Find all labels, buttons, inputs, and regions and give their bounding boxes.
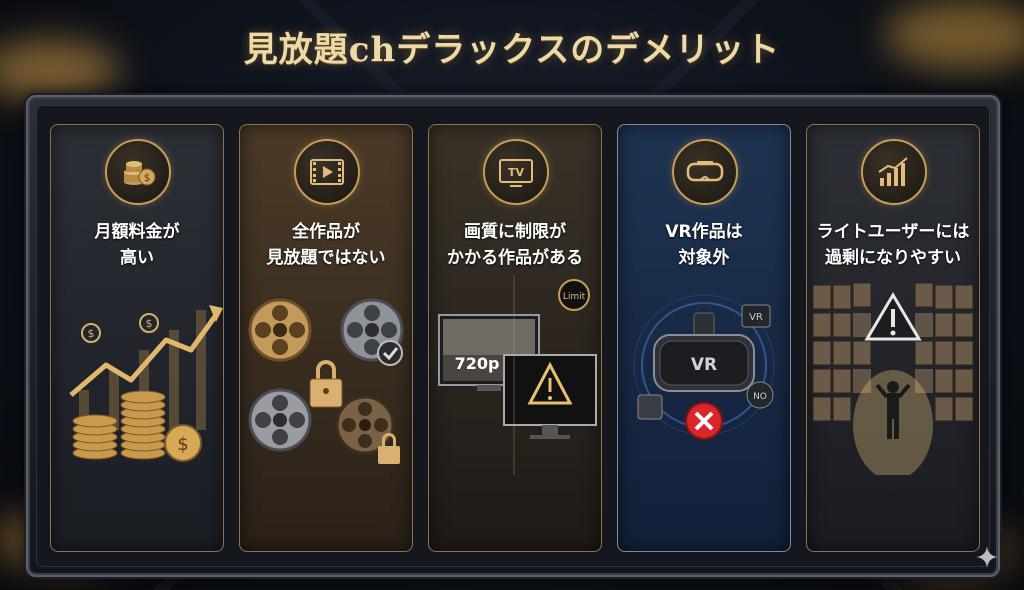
locked-reels-illustration: [248, 298, 404, 464]
svg-text:$: $: [144, 173, 150, 184]
vr-headset-icon: [672, 139, 738, 205]
svg-text:$: $: [88, 327, 95, 340]
film-icon: [294, 139, 360, 205]
limit-label: Limit: [563, 292, 586, 302]
card-title-line2: 過剰になりやすい: [825, 248, 961, 268]
svg-text:$: $: [146, 317, 153, 330]
card-high-price: $ 月額料金が 高い $ $ $: [50, 124, 224, 552]
card-title-line1: VR作品は: [665, 222, 743, 242]
card-title-line2: 対象外: [678, 248, 730, 268]
card-title-line2: かかる作品がある: [447, 248, 583, 268]
growth-chart-icon: [861, 139, 927, 205]
card-title-line1: ライトユーザーには: [816, 222, 970, 242]
cards-container: $ 月額料金が 高い $ $ $ 全作品が 見放題ではない TV 画質に制限が …: [36, 105, 990, 567]
coins-icon: $: [105, 139, 171, 205]
tv-label: TV: [508, 166, 525, 179]
card-vr-excluded: VR作品は 対象外 VR VR NO: [617, 124, 791, 552]
no-badge: NO: [753, 392, 767, 402]
svg-text:$: $: [177, 434, 188, 455]
quality-limit-illustration: 720p Limit: [438, 275, 597, 475]
card-title-line2: 見放題ではない: [266, 248, 386, 268]
card-title-line1: 月額料金が: [94, 222, 180, 242]
card-title-line1: 全作品が: [292, 222, 360, 242]
page-title: 見放題chデラックスのデメリット: [243, 30, 781, 70]
sparkle-icon: [976, 546, 998, 568]
tv-icon: TV: [483, 139, 549, 205]
cards-frame: $ 月額料金が 高い $ $ $ 全作品が 見放題ではない TV 画質に制限が …: [26, 95, 1000, 577]
card-title-line2: 高い: [120, 248, 154, 268]
card-quality-limit: TV 画質に制限が かかる作品がある 720p Limit: [428, 124, 602, 552]
rising-cost-illustration: $ $ $: [69, 305, 223, 462]
vr-not-supported-illustration: VR VR NO: [633, 294, 775, 440]
vr-label: VR: [691, 355, 717, 375]
card-not-all-unlimited: 全作品が 見放題ではない: [239, 124, 413, 552]
vr-badge: VR: [749, 312, 763, 323]
content-overload-illustration: [812, 282, 974, 475]
resolution-label: 720p: [455, 354, 500, 373]
card-title-line1: 画質に制限が: [464, 222, 566, 242]
card-overkill-light-users: ライトユーザーには 過剰になりやすい: [806, 124, 980, 552]
